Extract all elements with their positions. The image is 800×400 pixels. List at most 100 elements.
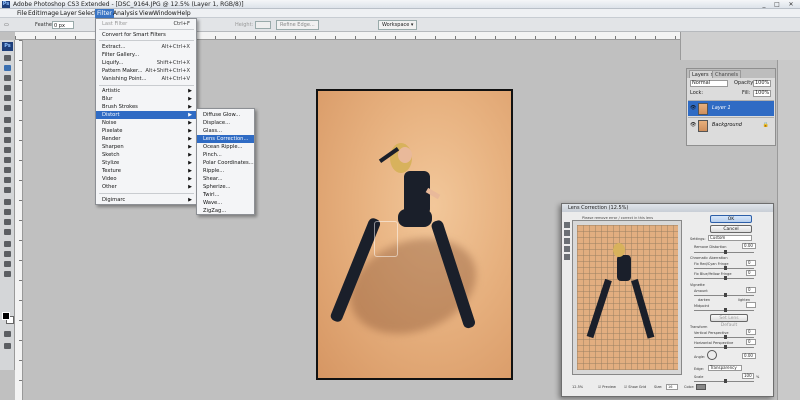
menu-item-ripple[interactable]: Ripple... bbox=[197, 167, 254, 175]
menu-item-spherize[interactable]: Spherize... bbox=[197, 183, 254, 191]
angle-dial-icon[interactable] bbox=[707, 350, 717, 360]
menu-item-convert-smart-filters[interactable]: Convert for Smart Filters bbox=[96, 31, 196, 39]
healing-brush-tool-icon[interactable] bbox=[3, 116, 12, 124]
foreground-color-swatch[interactable] bbox=[2, 312, 10, 320]
menu-item-filter-gallery[interactable]: Filter Gallery... bbox=[96, 51, 196, 59]
layer-row-layer-1[interactable]: 👁 Layer 1 bbox=[688, 100, 774, 116]
menu-item-video[interactable]: Video ▶ bbox=[96, 175, 196, 183]
menu-item-other[interactable]: Other ▶ bbox=[96, 183, 196, 191]
document-image[interactable] bbox=[316, 89, 513, 380]
zoom-level[interactable]: 12.5% bbox=[572, 384, 583, 390]
settings-select[interactable]: Custom bbox=[708, 235, 752, 241]
fix-blue-yellow-slider[interactable] bbox=[694, 276, 754, 280]
menu-analysis[interactable]: Analysis bbox=[111, 9, 140, 18]
move-tool-icon[interactable] bbox=[3, 54, 12, 62]
preview-checkbox[interactable]: ☑ Preview bbox=[598, 382, 616, 392]
menu-item-digimarc[interactable]: Digimarc ▶ bbox=[96, 196, 196, 204]
menu-item-distort[interactable]: Distort ▶ bbox=[96, 111, 196, 119]
lens-preview[interactable] bbox=[572, 220, 682, 375]
menu-item-shear[interactable]: Shear... bbox=[197, 175, 254, 183]
remove-distortion-slider[interactable] bbox=[694, 250, 754, 254]
menu-item-artistic[interactable]: Artistic ▶ bbox=[96, 87, 196, 95]
path-selection-tool-icon[interactable] bbox=[3, 218, 12, 226]
set-lens-default-button[interactable]: Set Lens Default bbox=[710, 314, 748, 328]
blur-tool-icon[interactable] bbox=[3, 176, 12, 184]
move-grid-tool-icon[interactable] bbox=[564, 238, 570, 244]
workspace-button[interactable]: Workspace ▾ bbox=[378, 20, 418, 30]
menu-help[interactable]: Help bbox=[175, 9, 193, 18]
fix-red-cyan-input[interactable]: 0 bbox=[746, 260, 756, 266]
remove-distortion-tool-icon[interactable] bbox=[564, 222, 570, 228]
blend-mode-select[interactable]: Normal bbox=[690, 80, 728, 87]
menu-item-last-filter[interactable]: Last Filter Ctrl+F bbox=[96, 20, 196, 28]
menu-item-sketch[interactable]: Sketch ▶ bbox=[96, 151, 196, 159]
vignette-amount-slider[interactable] bbox=[694, 293, 754, 297]
quick-mask-icon[interactable] bbox=[3, 330, 12, 338]
menu-item-ocean-ripple[interactable]: Ocean Ripple... bbox=[197, 143, 254, 151]
minimize-button[interactable]: _ bbox=[758, 1, 770, 8]
grid-size-input[interactable]: 16 bbox=[666, 384, 678, 390]
menu-item-stylize[interactable]: Stylize ▶ bbox=[96, 159, 196, 167]
notes-tool-icon[interactable] bbox=[3, 240, 12, 248]
vertical-perspective-slider[interactable] bbox=[694, 335, 754, 339]
straighten-tool-icon[interactable] bbox=[564, 230, 570, 236]
lasso-tool-icon[interactable] bbox=[3, 74, 12, 82]
scale-input[interactable]: 100 bbox=[742, 373, 754, 379]
pen-tool-icon[interactable] bbox=[3, 198, 12, 206]
fix-red-cyan-slider[interactable] bbox=[694, 266, 754, 270]
menu-item-zigzag[interactable]: ZigZag... bbox=[197, 207, 254, 215]
cancel-button[interactable]: Cancel bbox=[710, 225, 752, 233]
zoom-tool-icon[interactable] bbox=[564, 254, 570, 260]
zoom-tool-icon[interactable] bbox=[3, 270, 12, 278]
opacity-input[interactable]: 100% bbox=[753, 80, 771, 87]
clone-stamp-tool-icon[interactable] bbox=[3, 136, 12, 144]
refine-edge-button[interactable]: Refine Edge... bbox=[276, 20, 319, 30]
menu-item-pattern-maker[interactable]: Pattern Maker... Alt+Shift+Ctrl+X bbox=[96, 67, 196, 75]
eraser-tool-icon[interactable] bbox=[3, 156, 12, 164]
screen-mode-icon[interactable] bbox=[3, 342, 12, 350]
menu-item-blur[interactable]: Blur ▶ bbox=[96, 95, 196, 103]
remove-distortion-input[interactable]: 0.00 bbox=[742, 243, 756, 249]
vertical-perspective-input[interactable]: 0 bbox=[746, 329, 756, 335]
magic-wand-tool-icon[interactable] bbox=[3, 84, 12, 92]
eye-icon[interactable]: 👁 bbox=[690, 106, 696, 111]
menu-item-lens-correction[interactable]: Lens Correction... bbox=[197, 135, 254, 143]
menu-item-render[interactable]: Render ▶ bbox=[96, 135, 196, 143]
brush-tool-icon[interactable] bbox=[3, 126, 12, 134]
eye-icon[interactable]: 👁 bbox=[690, 123, 696, 128]
menu-item-brush-strokes[interactable]: Brush Strokes ▶ bbox=[96, 103, 196, 111]
menu-item-liquify[interactable]: Liquify... Shift+Ctrl+X bbox=[96, 59, 196, 67]
shape-tool-icon[interactable] bbox=[3, 228, 12, 236]
vignette-amount-input[interactable]: 0 bbox=[746, 287, 756, 293]
menu-item-noise[interactable]: Noise ▶ bbox=[96, 119, 196, 127]
grid-color-swatch[interactable] bbox=[696, 384, 706, 390]
midpoint-slider[interactable] bbox=[694, 308, 754, 312]
marquee-tool-icon[interactable] bbox=[3, 64, 12, 72]
menu-item-extract[interactable]: Extract... Alt+Ctrl+X bbox=[96, 43, 196, 51]
feather-input[interactable]: 0 px bbox=[52, 21, 74, 29]
marquee-tool-icon[interactable]: ▭ bbox=[4, 21, 9, 29]
menu-item-twirl[interactable]: Twirl... bbox=[197, 191, 254, 199]
menu-item-wave[interactable]: Wave... bbox=[197, 199, 254, 207]
layer-row-background[interactable]: 👁 Background 🔒 bbox=[688, 117, 774, 133]
close-button[interactable]: ✕ bbox=[785, 1, 797, 8]
angle-input[interactable]: 0.00 bbox=[742, 353, 756, 359]
menu-item-diffuse-glow[interactable]: Diffuse Glow... bbox=[197, 111, 254, 119]
menu-item-pinch[interactable]: Pinch... bbox=[197, 151, 254, 159]
crop-tool-icon[interactable] bbox=[3, 94, 12, 102]
midpoint-input[interactable] bbox=[746, 302, 756, 308]
menu-item-displace[interactable]: Displace... bbox=[197, 119, 254, 127]
dodge-tool-icon[interactable] bbox=[3, 186, 12, 194]
slice-tool-icon[interactable] bbox=[3, 104, 12, 112]
hand-tool-icon[interactable] bbox=[564, 246, 570, 252]
menu-item-vanishing-point[interactable]: Vanishing Point... Alt+Ctrl+V bbox=[96, 75, 196, 83]
horizontal-perspective-input[interactable]: 0 bbox=[746, 339, 756, 345]
menu-item-polar-coordinates[interactable]: Polar Coordinates... bbox=[197, 159, 254, 167]
menu-item-glass[interactable]: Glass... bbox=[197, 127, 254, 135]
eyedropper-tool-icon[interactable] bbox=[3, 250, 12, 258]
fix-blue-yellow-input[interactable]: 0 bbox=[746, 270, 756, 276]
ok-button[interactable]: OK bbox=[710, 215, 752, 223]
menu-item-texture[interactable]: Texture ▶ bbox=[96, 167, 196, 175]
fill-input[interactable]: 100% bbox=[753, 90, 771, 97]
type-tool-icon[interactable] bbox=[3, 208, 12, 216]
